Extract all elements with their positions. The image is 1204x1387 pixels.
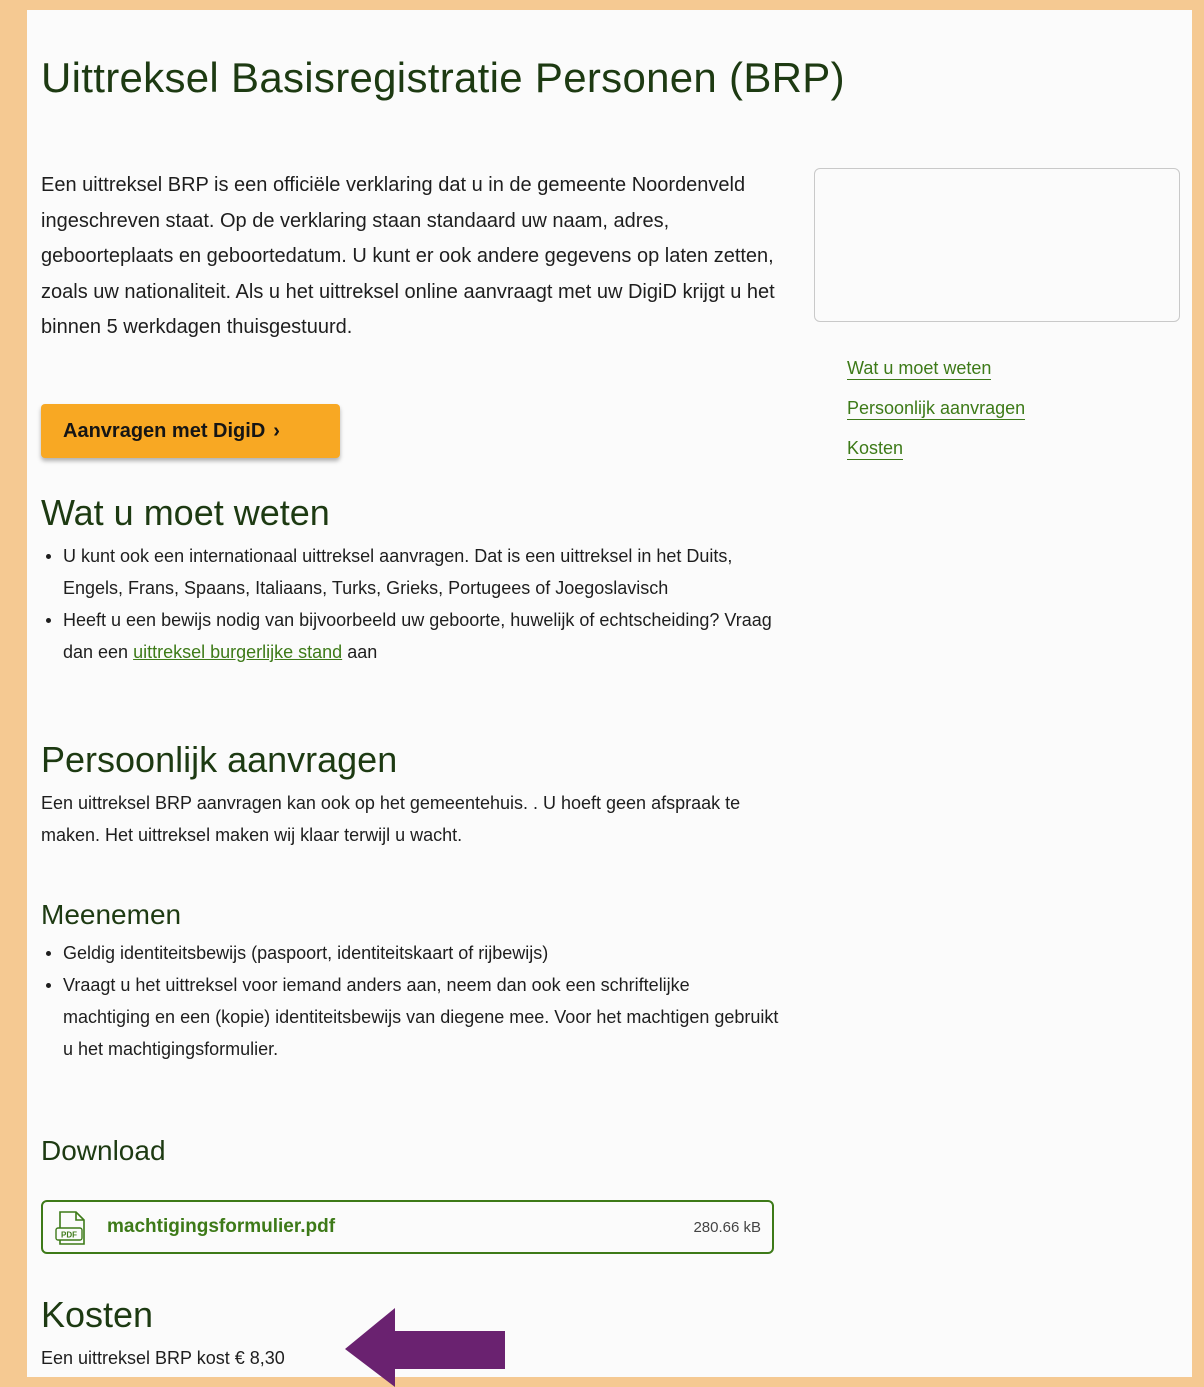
section-heading-wat-u-moet-weten: Wat u moet weten <box>41 492 330 533</box>
section-heading-persoonlijk-aanvragen: Persoonlijk aanvragen <box>41 739 398 780</box>
table-of-contents: Wat u moet weten Persoonlijk aanvragen K… <box>814 168 1180 460</box>
persoonlijk-aanvragen-text: Een uittreksel BRP aanvragen kan ook op … <box>41 793 741 845</box>
pdf-icon-label: PDF <box>61 1231 77 1240</box>
section-heading-kosten: Kosten <box>41 1294 154 1335</box>
download-file-size: 280.66 kB <box>693 1219 761 1236</box>
intro-text: Een uittreksel BRP is een officiële verk… <box>41 174 775 338</box>
digid-request-button[interactable]: Aanvragen met DigiD › <box>41 404 340 458</box>
list-item: Vraagt u het uittreksel voor iemand ande… <box>46 969 781 1065</box>
list-item-text-end: aan <box>342 642 378 662</box>
wat-u-moet-weten-list: U kunt ook een internationaal uittreksel… <box>41 540 781 668</box>
page-title: Uittreksel Basisregistratie Personen (BR… <box>41 54 845 101</box>
toc-link-kosten[interactable]: Kosten <box>847 437 904 460</box>
chevron-right-icon: › <box>273 419 280 442</box>
download-file-link[interactable]: PDF machtigingsformulier.pdf 280.66 kB <box>41 1200 774 1254</box>
arrow-left-annotation-icon <box>345 1308 505 1387</box>
download-file-name: machtigingsformulier.pdf <box>107 1216 336 1237</box>
digid-request-button-label: Aanvragen met DigiD <box>63 419 266 442</box>
toc-link-persoonlijk-aanvragen[interactable]: Persoonlijk aanvragen <box>847 397 1026 420</box>
subheading-meenemen: Meenemen <box>41 899 182 930</box>
list-item: U kunt ook een internationaal uittreksel… <box>46 540 781 604</box>
pdf-file-icon: PDF <box>54 1210 90 1251</box>
list-item: Geldig identiteitsbewijs (paspoort, iden… <box>46 937 781 969</box>
uittreksel-burgerlijke-stand-link[interactable]: uittreksel burgerlijke stand <box>133 642 342 662</box>
meenemen-list: Geldig identiteitsbewijs (paspoort, iden… <box>41 937 781 1065</box>
toc-link-wat-u-moet-weten[interactable]: Wat u moet weten <box>847 357 992 380</box>
subheading-download: Download <box>41 1135 166 1166</box>
list-item: Heeft u een bewijs nodig van bijvoorbeel… <box>46 604 781 668</box>
